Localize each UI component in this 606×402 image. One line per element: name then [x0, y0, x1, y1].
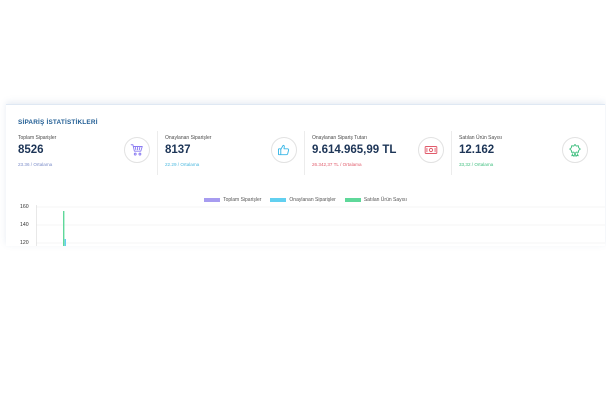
stat-value: 8526	[18, 144, 44, 156]
legend-swatch	[344, 198, 361, 202]
page-background	[0, 0, 606, 104]
legend-item-total-orders[interactable]: Toplam Siparişler	[204, 197, 261, 203]
stat-label: Onaylanan Sipariş Tutarı	[312, 135, 368, 141]
stat-label: Satılan Ürün Sayısı	[459, 135, 503, 141]
stat-average: 22.29 / Ortalama	[165, 162, 200, 167]
legend-label: Satılan Ürün Sayısı	[363, 197, 407, 203]
legend-swatch	[270, 198, 287, 202]
stat-card-approved-amount: Onaylanan Sipariş Tutarı 9.614.965,99 TL…	[312, 131, 452, 175]
stat-average: 33,32 / Ortalama	[459, 162, 494, 167]
legend-label: Onaylanan Siparişler	[289, 197, 336, 203]
stat-label: Toplam Siparişler	[18, 135, 57, 141]
series-bar-sold-products	[63, 211, 65, 246]
chart-legend: Toplam Siparişler Onaylanan Siparişler S…	[6, 197, 605, 203]
chart-svg	[36, 205, 605, 246]
series-bar-approved-orders	[64, 239, 66, 246]
stat-card-approved-orders: Onaylanan Siparişler 8137 22.29 / Ortala…	[165, 131, 305, 175]
legend-swatch	[204, 198, 221, 202]
star-badge-icon	[562, 137, 588, 163]
stat-label: Onaylanan Siparişler	[165, 135, 212, 141]
money-bill-icon	[418, 137, 444, 163]
stat-card-total-orders: Toplam Siparişler 8526 23.36 / Ortalama	[18, 131, 158, 175]
stat-average: 23.36 / Ortalama	[18, 162, 53, 167]
legend-item-approved-orders[interactable]: Onaylanan Siparişler	[270, 197, 336, 203]
shopping-cart-icon	[124, 137, 150, 163]
thumbs-up-icon	[271, 137, 297, 163]
legend-label: Toplam Siparişler	[223, 197, 262, 203]
stat-card-sold-products: Satılan Ürün Sayısı 12.162 33,32 / Ortal…	[459, 131, 599, 175]
order-statistics-panel: SİPARİŞ İSTATİSTİKLERİ Toplam Siparişler…	[6, 104, 605, 246]
stat-value: 9.614.965,99 TL	[312, 144, 397, 156]
panel-title: SİPARİŞ İSTATİSTİKLERİ	[18, 119, 98, 126]
stat-value: 12.162	[459, 144, 495, 156]
stat-average: 26.342,37 TL / Ortalama	[312, 162, 362, 167]
stat-value: 8137	[165, 144, 191, 156]
chart-area: 160 140 120	[6, 204, 605, 246]
legend-item-sold-products[interactable]: Satılan Ürün Sayısı	[344, 197, 407, 203]
